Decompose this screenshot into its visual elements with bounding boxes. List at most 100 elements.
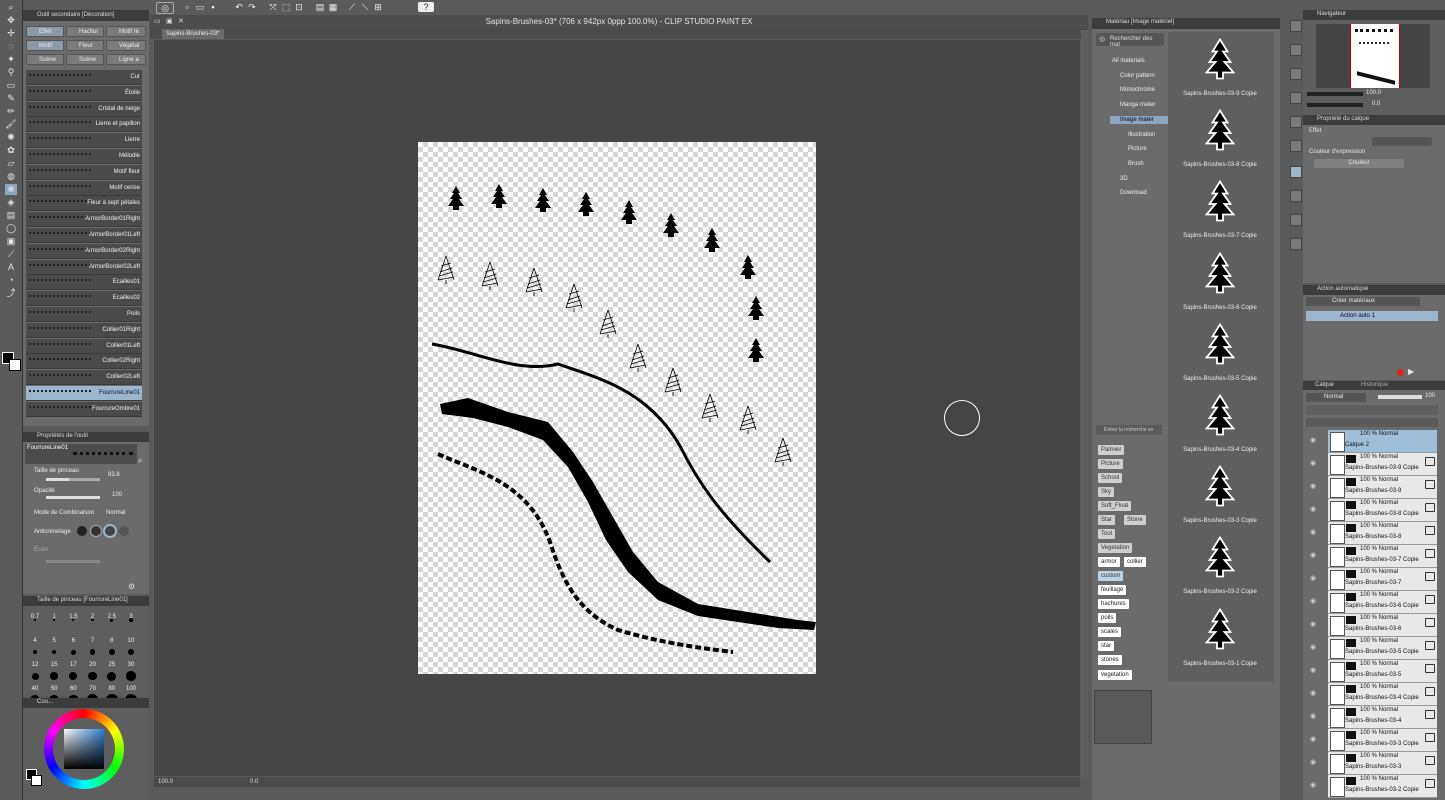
autoaction-set-select[interactable]: Créer matériaux bbox=[1306, 297, 1420, 306]
new-file-icon[interactable]: ▫ bbox=[182, 2, 192, 12]
brush-item[interactable]: Collier02Right bbox=[26, 354, 142, 370]
fill-selection-icon[interactable]: ▦ bbox=[328, 2, 338, 12]
window-min-icon[interactable]: ▭ bbox=[154, 17, 161, 25]
layer-row[interactable]: ◉ 100 % Normal Sapins-Brushes-03-8 Copie bbox=[1310, 499, 1437, 522]
fill-icon[interactable]: ◈ bbox=[5, 197, 17, 208]
layer-row[interactable]: ◉ 100 % Normal Sapins-Brushes-03-5 bbox=[1310, 660, 1437, 683]
brush-size-dot[interactable] bbox=[50, 672, 58, 680]
eye-icon[interactable]: ◉ bbox=[1310, 735, 1316, 743]
materials-search-box[interactable]: ◎ Rechercher des mat bbox=[1096, 33, 1164, 48]
layer-row[interactable]: ◉ 100 % Normal Sapins-Brushes-03-9 Copie bbox=[1310, 453, 1437, 476]
subtool-tab-motif[interactable]: Motif bbox=[26, 40, 64, 51]
material-tree-item[interactable]: Monochrome bbox=[1110, 86, 1168, 94]
material-tag[interactable]: Tool bbox=[1098, 529, 1116, 539]
eye-icon[interactable]: ◉ bbox=[1310, 620, 1316, 628]
play-icon[interactable]: ▶ bbox=[1408, 367, 1414, 376]
subtool-tab-fleur[interactable]: Fleur bbox=[66, 40, 104, 51]
record-icon[interactable] bbox=[1397, 369, 1404, 376]
material-tree-item[interactable]: Illustration bbox=[1118, 131, 1168, 139]
brush-item[interactable]: Cristal de neige bbox=[26, 101, 142, 117]
search-icon[interactable]: ⌕ bbox=[138, 456, 142, 466]
material-tag[interactable]: armor bbox=[1098, 557, 1120, 567]
layer-row[interactable]: ◉ 100 % Normal Sapins-Brushes-03-6 bbox=[1310, 614, 1437, 637]
layer-row[interactable]: ◉ 100 % Normal Sapins-Brushes-03-7 Copie bbox=[1310, 545, 1437, 568]
dock-search-icon[interactable] bbox=[1290, 116, 1302, 128]
brush-size-dot[interactable] bbox=[88, 671, 97, 681]
material-tag[interactable]: Soft_Float bbox=[1098, 501, 1132, 511]
opacity-slider[interactable] bbox=[46, 496, 100, 499]
material-tag[interactable]: School bbox=[1098, 473, 1123, 483]
layer-opacity-slider[interactable] bbox=[1378, 395, 1422, 399]
brush-item[interactable]: Lierre et papillon bbox=[26, 117, 142, 133]
decoration-selected-icon[interactable]: ❀ bbox=[5, 184, 17, 195]
material-thumb-fir[interactable] bbox=[1204, 393, 1236, 438]
layer-row[interactable]: ◉ 100 % Normal Sapins-Brushes-03-9 bbox=[1310, 476, 1437, 499]
magic-wand-icon[interactable]: ✦ bbox=[5, 54, 17, 65]
dock-brush-icon[interactable] bbox=[1290, 214, 1302, 226]
material-tag[interactable]: stones bbox=[1098, 655, 1122, 665]
eyedropper-icon[interactable]: ⚲ bbox=[5, 67, 17, 78]
dock-navigator-icon[interactable] bbox=[1290, 20, 1302, 32]
material-thumb-fir[interactable] bbox=[1204, 108, 1236, 153]
canvas-vertical-scrollbar[interactable] bbox=[1081, 30, 1088, 778]
grid-snap-icon[interactable]: ⊞ bbox=[373, 2, 383, 12]
material-thumb-fir[interactable] bbox=[1204, 607, 1236, 652]
brush-size-dot[interactable] bbox=[107, 671, 117, 681]
frame-icon[interactable]: ▣ bbox=[5, 236, 17, 247]
material-tree-item[interactable]: Picture bbox=[1118, 145, 1168, 153]
invert-icon[interactable]: ⊡ bbox=[294, 2, 304, 12]
navigator-preview[interactable] bbox=[1316, 24, 1430, 88]
eye-icon[interactable]: ◉ bbox=[1310, 551, 1316, 559]
eye-icon[interactable]: ◉ bbox=[1310, 597, 1316, 605]
save-icon[interactable]: ▪ bbox=[208, 2, 218, 12]
brush-item[interactable]: Ecailles02 bbox=[26, 291, 142, 307]
brush-item[interactable]: Collier01Left bbox=[26, 338, 142, 354]
dock-subview-icon[interactable] bbox=[1290, 44, 1302, 56]
wrench-icon[interactable]: ⚙ bbox=[128, 582, 135, 591]
layer-move-icon[interactable]: ✢ bbox=[5, 28, 17, 39]
antialias-none-button[interactable] bbox=[77, 526, 87, 536]
eye-icon[interactable]: ◉ bbox=[1310, 781, 1316, 789]
subtool-tab-effet[interactable]: Effet bbox=[26, 26, 64, 37]
window-close-icon[interactable]: ✕ bbox=[178, 17, 184, 25]
antialias-medium-button[interactable] bbox=[105, 526, 115, 536]
material-tree-item[interactable]: All materials bbox=[1102, 57, 1168, 65]
layer-tab[interactable]: Calque bbox=[1315, 382, 1334, 388]
zoom-icon[interactable]: ⌕ bbox=[5, 2, 17, 13]
decoration-icon[interactable]: ✿ bbox=[5, 145, 17, 156]
brush-size-dot[interactable] bbox=[126, 671, 136, 681]
material-thumb-fir[interactable] bbox=[1204, 322, 1236, 367]
material-thumb-fir[interactable] bbox=[1204, 251, 1236, 296]
color-wheel[interactable] bbox=[44, 709, 124, 789]
clear-icon[interactable]: ▤ bbox=[315, 2, 325, 12]
navigator-zoom-value[interactable]: 100.0 bbox=[1366, 90, 1381, 96]
navigator-angle-value[interactable]: 0.0 bbox=[1372, 101, 1380, 107]
brush-size-slider[interactable] bbox=[46, 478, 100, 481]
brush-item[interactable]: Lierre bbox=[26, 133, 142, 149]
brush-item[interactable]: Motif cerise bbox=[26, 180, 142, 196]
special-ruler-snap-icon[interactable]: ⟍ bbox=[360, 2, 370, 12]
subtool-tab-scene-1[interactable]: Scène bbox=[26, 54, 64, 65]
eraser-icon[interactable]: ▱ bbox=[5, 158, 17, 169]
brush-item[interactable]: FourrureLine01 bbox=[26, 386, 142, 401]
layer-row[interactable]: ◉ 100 % Normal Sapins-Brushes-03-5 Copie bbox=[1310, 637, 1437, 660]
gradient-icon[interactable]: ▤ bbox=[5, 210, 17, 221]
material-tag[interactable]: Stone bbox=[1124, 515, 1146, 525]
subtool-tab-hachur[interactable]: Hachur bbox=[66, 26, 104, 37]
ruler-snap-icon[interactable]: ⟋ bbox=[347, 2, 357, 12]
ruler-icon[interactable]: ⟋ bbox=[5, 249, 17, 260]
layer-row[interactable]: ◉ 100 % Normal Sapins-Brushes-03-8 bbox=[1310, 522, 1437, 545]
material-tree-item[interactable]: Image mater bbox=[1110, 115, 1168, 124]
brush-item[interactable]: Collier01Right bbox=[26, 322, 142, 338]
brush-preset-preview[interactable]: FourrureLine01 bbox=[25, 444, 137, 464]
material-tree-item[interactable]: 3D bbox=[1110, 175, 1168, 183]
dock-info-icon[interactable] bbox=[1290, 68, 1302, 80]
layer-blend-select[interactable]: Normal bbox=[1306, 393, 1366, 402]
material-tag[interactable]: Vegetation bbox=[1098, 543, 1133, 553]
eye-icon[interactable]: ◉ bbox=[1310, 574, 1316, 582]
clip-studio-icon[interactable]: ◎ bbox=[156, 2, 174, 14]
brush-item[interactable]: ArmorBorder01Right bbox=[26, 212, 142, 228]
navigator-zoom-slider[interactable] bbox=[1307, 92, 1363, 96]
brush-item[interactable]: Poils bbox=[26, 307, 142, 322]
pen-icon[interactable]: ✎ bbox=[5, 93, 17, 104]
